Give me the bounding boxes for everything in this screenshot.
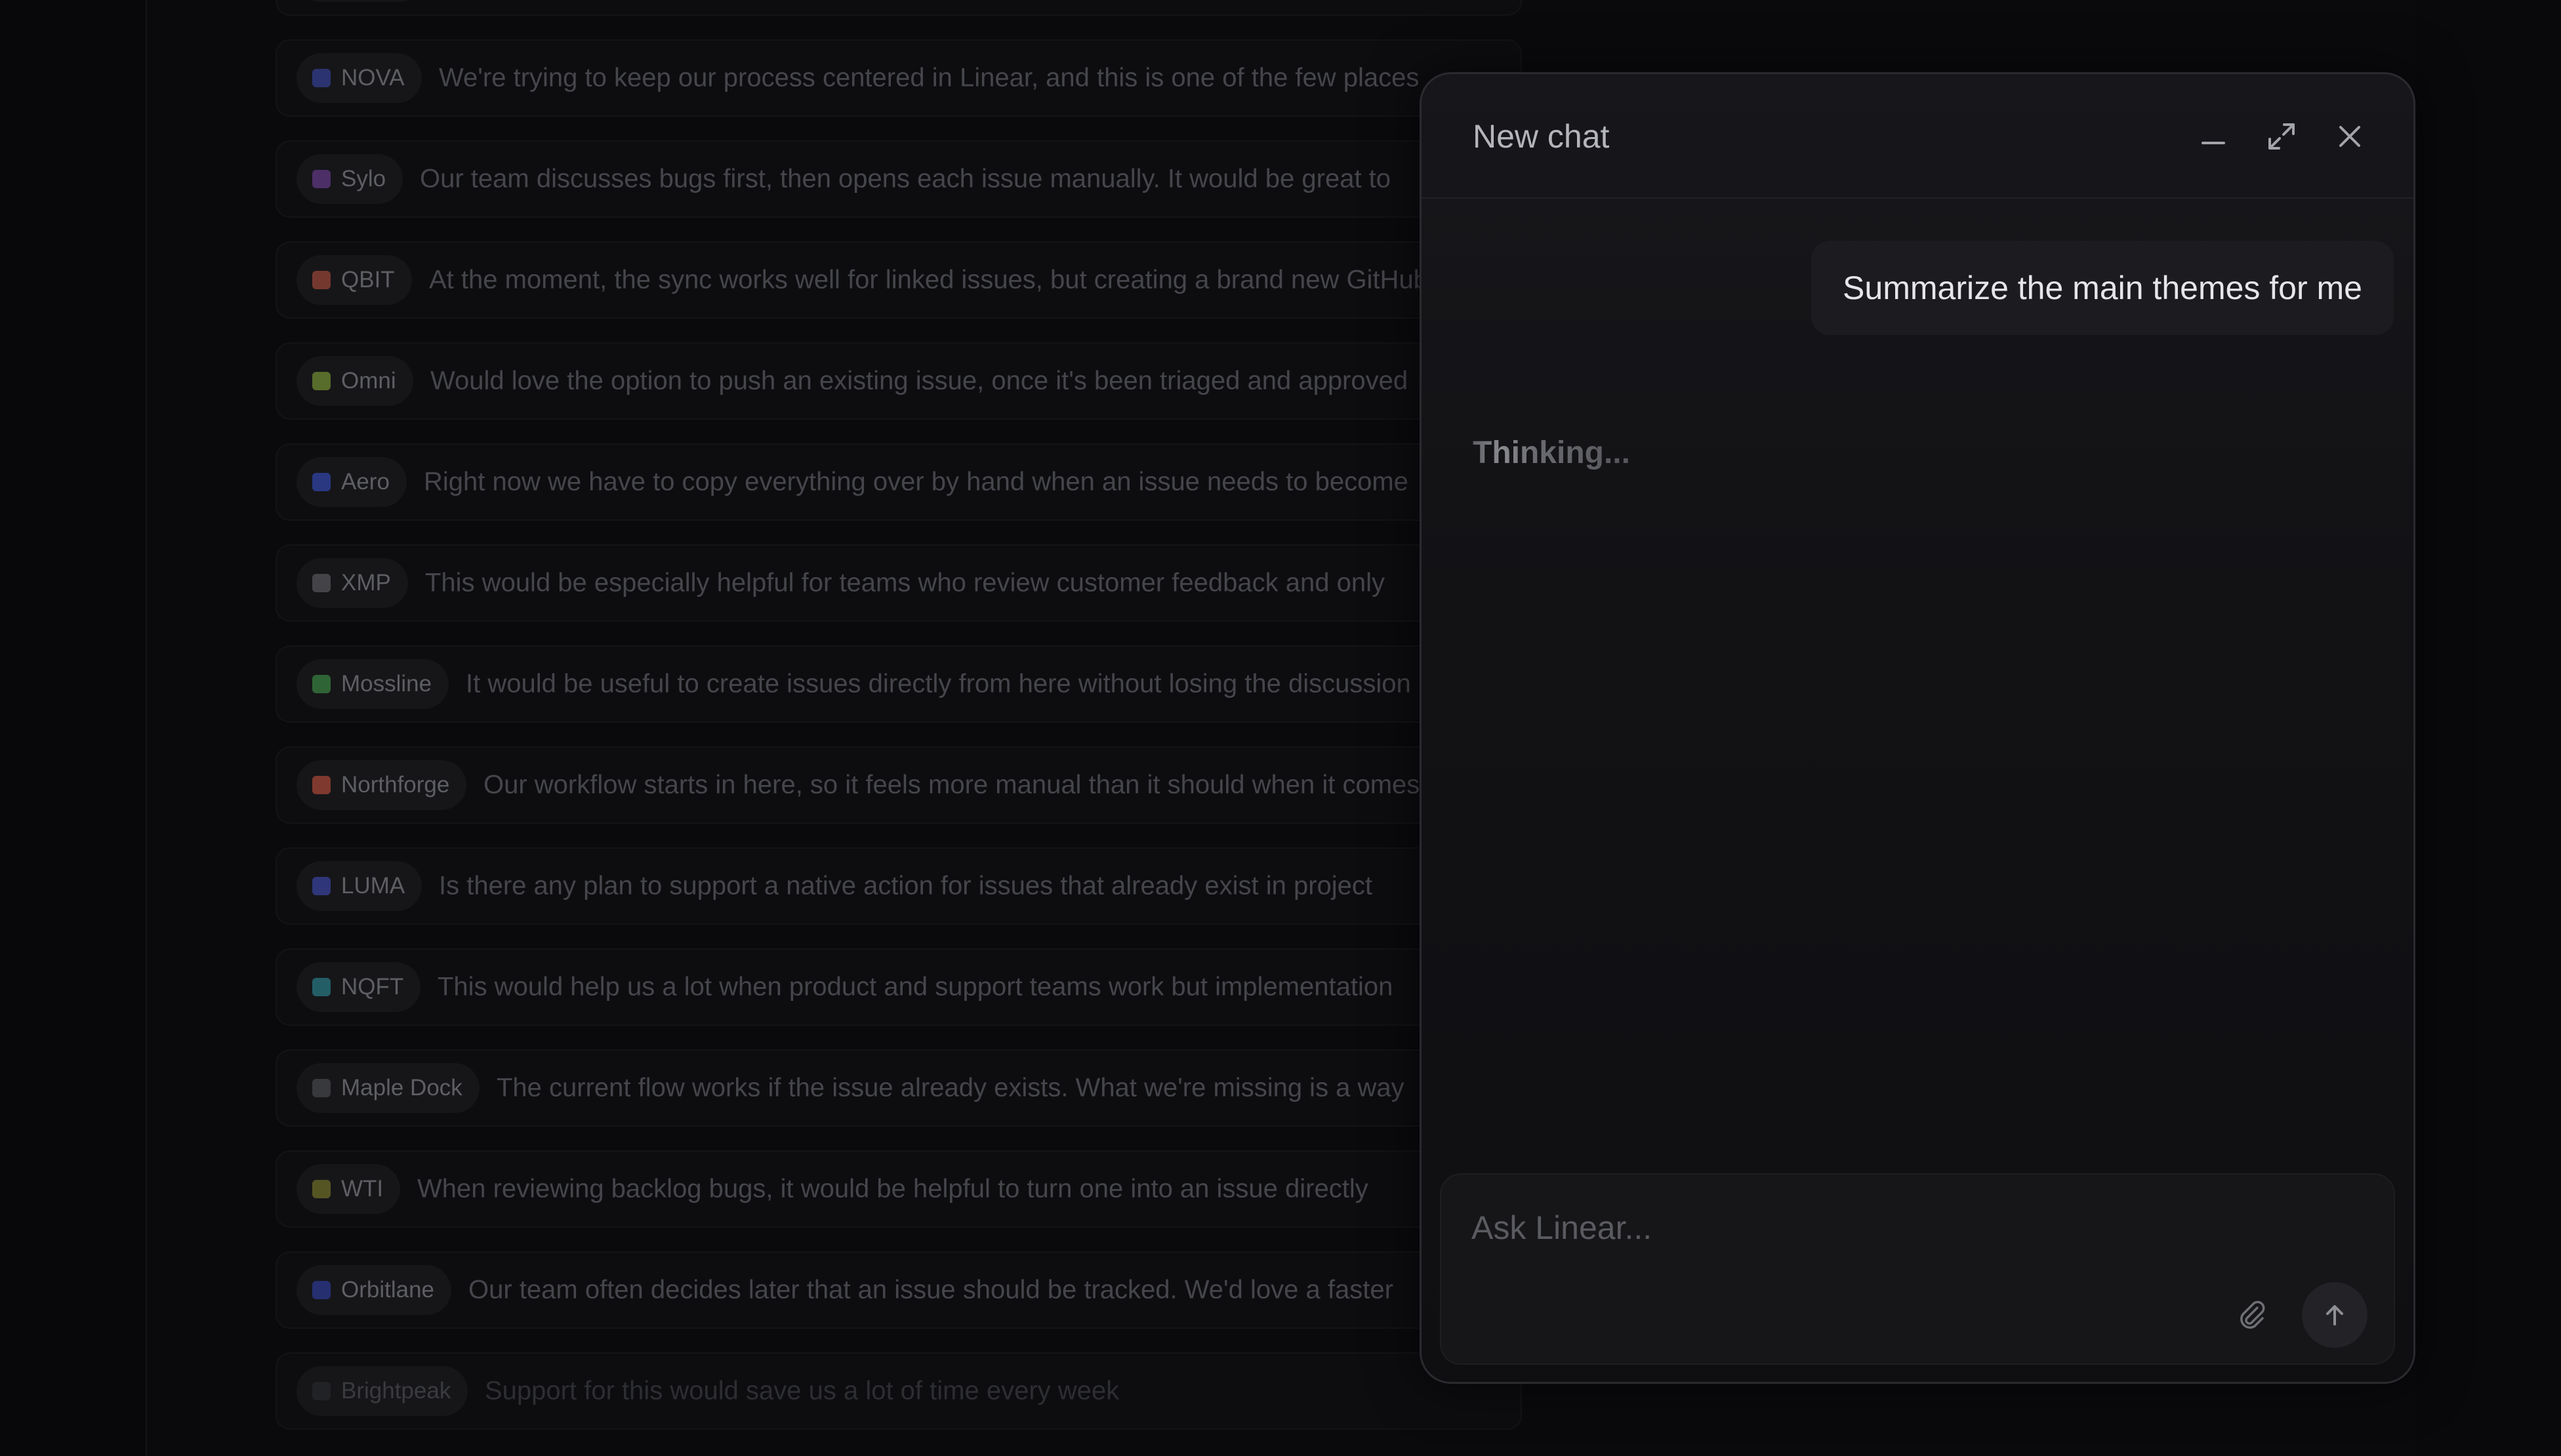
customer-color-swatch [312, 877, 331, 895]
feedback-row[interactable]: Northforge Our workflow starts in here, s… [276, 746, 1522, 824]
feedback-row[interactable]: SobbitHaving a faster path from discussi… [276, 0, 1522, 16]
paperclip-icon [2240, 1301, 2265, 1329]
feedback-row[interactable]: XMP This would be especially helpful for … [276, 544, 1522, 622]
feedback-text: Is there any plan to support a native ac… [439, 871, 1373, 900]
customer-name: Maple Dock [341, 1075, 462, 1101]
feedback-text: This would help us a lot when product an… [438, 972, 1393, 1001]
attach-button[interactable] [2226, 1289, 2278, 1341]
customer-name: QBIT [341, 267, 395, 293]
customer-name: LUMA [341, 873, 405, 899]
chat-header: New chat [1422, 74, 2413, 199]
feedback-text: This would be especially helpful for tea… [425, 568, 1385, 597]
customer-tag[interactable]: XMP [297, 558, 408, 608]
close-icon [2339, 126, 2360, 147]
customer-tag[interactable]: NQFT [297, 962, 421, 1012]
feedback-text: Would love the option to push an existin… [430, 366, 1408, 395]
arrow-up-icon [2326, 1305, 2343, 1325]
minimize-button[interactable] [2190, 113, 2236, 159]
customer-tag[interactable]: Northforge [297, 760, 467, 810]
right-margin [2417, 0, 2561, 1456]
minimize-icon [2202, 142, 2225, 144]
chat-title: New chat [1473, 118, 1610, 155]
customer-tag[interactable]: QBIT [297, 255, 412, 305]
feedback-list: SobbitHaving a faster path from discussi… [276, 0, 1522, 1456]
feedback-text: At the moment, the sync works well for l… [429, 265, 1428, 294]
customer-tag[interactable]: Sylo [297, 154, 403, 204]
user-message-text: Summarize the main themes for me [1843, 270, 2362, 306]
customer-name: Sylo [341, 166, 386, 192]
customer-name: Orbitlane [341, 1277, 435, 1303]
feedback-row[interactable]: LUMA Is there any plan to support a nativ… [276, 847, 1522, 925]
feedback-row[interactable]: Aero Right now we have to copy everything… [276, 443, 1522, 521]
feedback-text: When reviewing backlog bugs, it would be… [417, 1174, 1368, 1203]
feedback-text: Right now we have to copy everything ove… [424, 467, 1408, 496]
customer-name: NQFT [341, 974, 404, 1000]
feedback-row[interactable]: Omni Would love the option to push an exi… [276, 342, 1522, 420]
feedback-text: Our team discusses bugs first, then open… [420, 164, 1391, 193]
feedback-row[interactable]: WTI When reviewing backlog bugs, it would… [276, 1150, 1522, 1228]
customer-tag[interactable]: Aero [297, 457, 407, 507]
customer-tag[interactable]: Sobbit [297, 0, 424, 2]
customer-color-swatch [312, 1180, 331, 1198]
customer-color-swatch [312, 69, 331, 87]
feedback-text: The current flow works if the issue alre… [497, 1073, 1404, 1102]
customer-name: Brightpeak [341, 1378, 451, 1404]
customer-tag[interactable]: WTI [297, 1164, 401, 1214]
chat-input[interactable] [1470, 1201, 2325, 1255]
send-button[interactable] [2302, 1282, 2367, 1348]
customer-tag[interactable]: Maple Dock [297, 1063, 480, 1113]
app-window: SobbitHaving a faster path from discussi… [0, 0, 2561, 1456]
customer-name: Aero [341, 469, 390, 495]
customer-color-swatch [312, 978, 331, 996]
thinking-status: Thinking... [1473, 435, 1630, 470]
customer-color-swatch [312, 1281, 331, 1299]
feedback-text: We're trying to keep our process centere… [439, 63, 1420, 92]
customer-name: NOVA [341, 65, 405, 91]
customer-color-swatch [312, 675, 331, 693]
feedback-row[interactable]: Orbitlane Our team often decides later th… [276, 1251, 1522, 1329]
customer-name: Omni [341, 368, 396, 394]
feedback-row[interactable]: Mossline It would be useful to create iss… [276, 645, 1522, 723]
customer-name: WTI [341, 1176, 384, 1202]
customer-tag[interactable]: Brightpeak [297, 1366, 468, 1416]
customer-tag[interactable]: NOVA [297, 53, 422, 103]
feedback-text: Our team often decides later that an iss… [468, 1275, 1393, 1304]
customer-name: Mossline [341, 671, 432, 697]
customer-name: Northforge [341, 772, 450, 798]
customer-tag[interactable]: Omni [297, 356, 413, 406]
close-button[interactable] [2327, 113, 2373, 159]
customer-color-swatch [312, 1079, 331, 1097]
feedback-row[interactable]: Brightpeak Support for this would save us… [276, 1352, 1522, 1430]
feedback-row[interactable]: NQFT This would help us a lot when produc… [276, 948, 1522, 1026]
feedback-row[interactable]: Maple Dock The current flow works if the … [276, 1049, 1522, 1127]
feedback-row[interactable]: QBIT At the moment, the sync works well f… [276, 241, 1522, 319]
customer-color-swatch [312, 1382, 331, 1400]
customer-color-swatch [312, 170, 331, 188]
customer-tag[interactable]: LUMA [297, 861, 422, 911]
customer-color-swatch [312, 271, 331, 289]
customer-color-swatch [312, 574, 331, 592]
sidebar [0, 0, 147, 1456]
feedback-text: It would be useful to create issues dire… [466, 669, 1411, 698]
chat-composer [1440, 1173, 2395, 1365]
customer-color-swatch [312, 372, 331, 390]
chat-panel: New chat Summarize the main themes for m… [1420, 72, 2415, 1384]
customer-name: XMP [341, 570, 391, 596]
feedback-text: Our workflow starts in here, so it feels… [483, 770, 1420, 799]
feedback-row[interactable]: NOVA We're trying to keep our process cen… [276, 39, 1522, 117]
user-message-bubble: Summarize the main themes for me [1811, 241, 2394, 335]
customer-color-swatch [312, 776, 331, 794]
customer-tag[interactable]: Orbitlane [297, 1265, 452, 1315]
customer-color-swatch [312, 473, 331, 491]
customer-tag[interactable]: Mossline [297, 659, 449, 709]
feedback-text: Support for this would save us a lot of … [485, 1376, 1120, 1405]
expand-icon [2268, 123, 2295, 150]
expand-button[interactable] [2259, 113, 2305, 159]
feedback-row[interactable]: Sylo Our team discusses bugs first, then … [276, 140, 1522, 218]
